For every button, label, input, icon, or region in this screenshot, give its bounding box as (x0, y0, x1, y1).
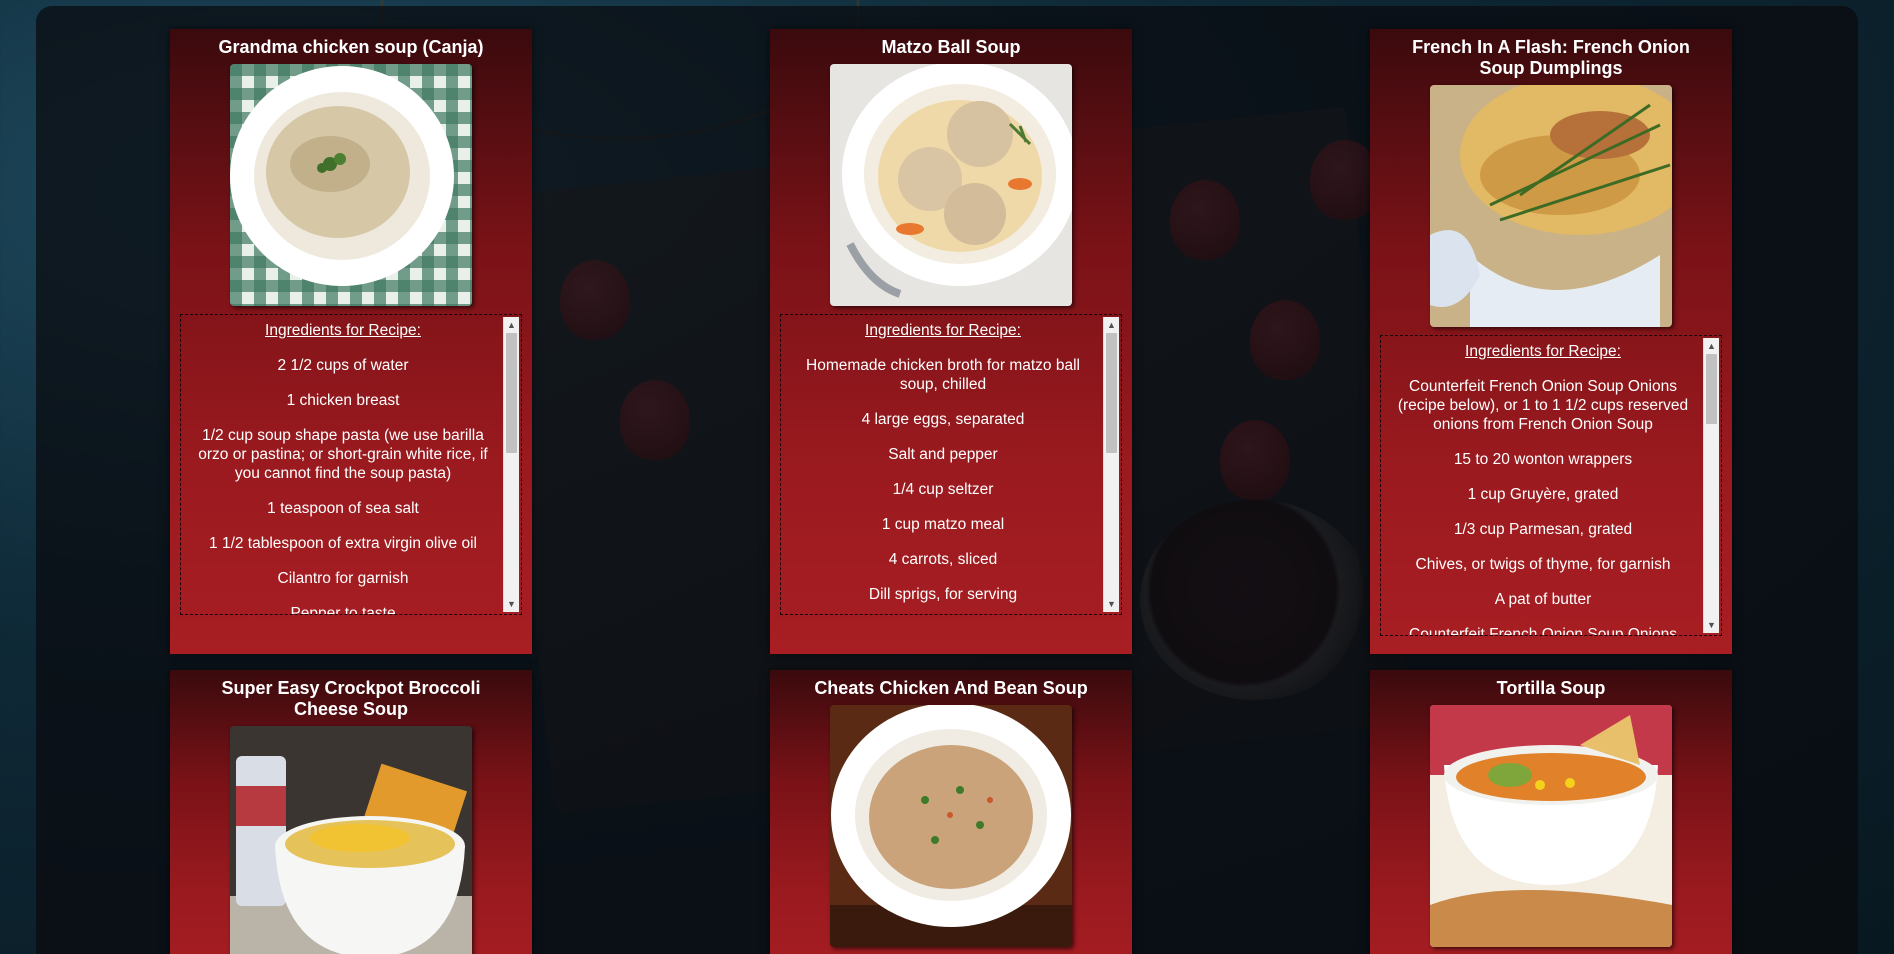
scroll-up-arrow-icon[interactable]: ▲ (504, 317, 519, 333)
ingredient-item: Chives, or twigs of thyme, for garnish (1415, 556, 1671, 573)
recipe-title[interactable]: Tortilla Soup (1380, 678, 1722, 699)
recipe-title[interactable]: Super Easy Crockpot Broccoli Cheese Soup (180, 678, 522, 720)
ingredients-heading: Ingredients for Recipe: (1465, 343, 1621, 360)
ingredients-heading: Ingredients for Recipe: (265, 322, 421, 339)
scroll-up-arrow-icon[interactable]: ▲ (1704, 338, 1719, 354)
ingredients-heading: Ingredients for Recipe: (865, 322, 1021, 339)
scrollbar[interactable]: ▲ ▼ (1703, 338, 1719, 633)
ingredient-item: Homemade chicken broth for matzo ball so… (806, 357, 1080, 393)
scrollbar[interactable]: ▲ ▼ (1103, 317, 1119, 612)
ingredient-item: Salt and pepper (888, 446, 998, 463)
scrollbar-thumb[interactable] (1706, 354, 1717, 424)
scroll-down-arrow-icon[interactable]: ▼ (1104, 596, 1119, 612)
ingredients-list[interactable]: Ingredients for Recipe: Counterfeit Fren… (1380, 335, 1722, 636)
ingredient-item: Counterfeit French Onion Soup Onions (1409, 626, 1677, 636)
ingredient-item: 1/3 cup Parmesan, grated (1453, 521, 1633, 538)
chicken-soup-photo[interactable] (230, 64, 472, 306)
ingredient-item: 15 to 20 wonton wrappers (1453, 451, 1633, 468)
ingredient-item: 1 cup matzo meal (881, 516, 1005, 533)
recipe-card[interactable]: French In A Flash: French Onion Soup Dum… (1370, 29, 1732, 654)
ingredients-list[interactable]: Ingredients for Recipe: Homemade chicken… (780, 314, 1122, 615)
ingredient-item: 1 teaspoon of sea salt (267, 500, 419, 517)
ingredient-item: Dill sprigs, for serving (868, 586, 1018, 603)
recipe-grid: Grandma chicken soup (Canja) Ingredients… (170, 29, 1734, 954)
ingredient-item: 4 carrots, sliced (888, 551, 998, 568)
ingredient-item: A pat of butter (1494, 591, 1592, 608)
ingredient-item: Cilantro for garnish (277, 570, 409, 587)
recipe-card[interactable]: Grandma chicken soup (Canja) Ingredients… (170, 29, 532, 654)
recipe-title[interactable]: French In A Flash: French Onion Soup Dum… (1380, 37, 1722, 79)
recipe-title[interactable]: Cheats Chicken And Bean Soup (780, 678, 1122, 699)
ingredient-item: 1 chicken breast (286, 392, 400, 409)
ingredient-item: 1/4 cup seltzer (892, 481, 994, 498)
recipe-card[interactable]: Super Easy Crockpot Broccoli Cheese Soup (170, 670, 532, 954)
recipe-card[interactable]: Cheats Chicken And Bean Soup (770, 670, 1132, 954)
ingredient-item: 1/2 cup soup shape pasta (we use barilla… (198, 427, 488, 482)
ingredient-item: Counterfeit French Onion Soup Onions (re… (1397, 378, 1689, 433)
ingredient-item: 2 1/2 cups of water (277, 357, 409, 374)
tortilla-soup-photo[interactable] (1430, 705, 1672, 947)
ingredient-item: 4 large eggs, separated (861, 411, 1025, 428)
ingredient-item: 1 cup Gruyère, grated (1467, 486, 1619, 503)
recipe-title[interactable]: Grandma chicken soup (Canja) (180, 37, 522, 58)
ingredient-item: Pepper to taste (290, 605, 396, 615)
scrollbar[interactable]: ▲ ▼ (503, 317, 519, 612)
onion-soup-dumplings-photo[interactable] (1430, 85, 1672, 327)
matzo-ball-soup-photo[interactable] (830, 64, 1072, 306)
recipe-card[interactable]: Tortilla Soup (1370, 670, 1732, 954)
scroll-down-arrow-icon[interactable]: ▼ (1704, 617, 1719, 633)
scroll-up-arrow-icon[interactable]: ▲ (1104, 317, 1119, 333)
scrollbar-thumb[interactable] (1106, 333, 1117, 453)
ingredients-list[interactable]: Ingredients for Recipe: 2 1/2 cups of wa… (180, 314, 522, 615)
ingredient-item: 1 1/2 tablespoon of extra virgin olive o… (209, 535, 477, 552)
recipe-card[interactable]: Matzo Ball Soup Ingredients for Recipe: … (770, 29, 1132, 654)
broccoli-cheese-soup-photo[interactable] (230, 726, 472, 954)
scrollbar-thumb[interactable] (506, 333, 517, 453)
recipe-title[interactable]: Matzo Ball Soup (780, 37, 1122, 58)
chicken-bean-soup-photo[interactable] (830, 705, 1072, 947)
scroll-down-arrow-icon[interactable]: ▼ (504, 596, 519, 612)
